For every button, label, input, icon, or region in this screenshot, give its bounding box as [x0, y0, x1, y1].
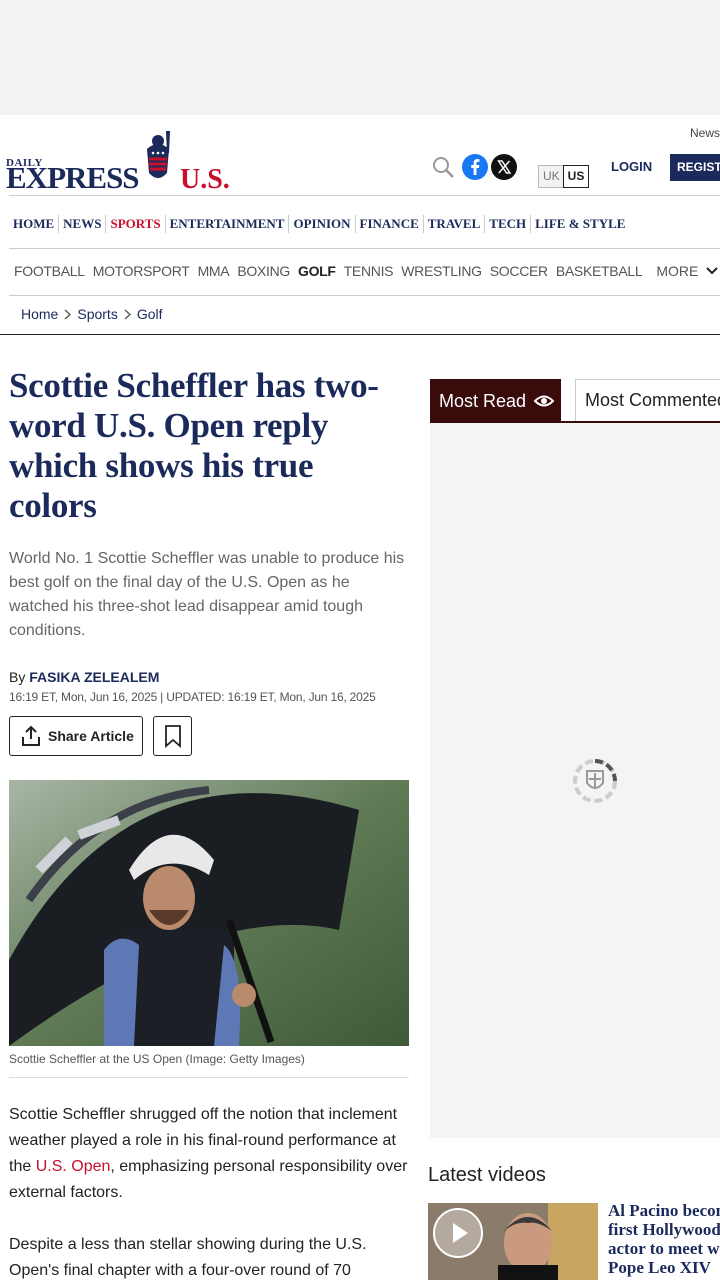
search-icon[interactable] — [431, 155, 455, 179]
subnav-item-golf[interactable]: GOLF — [298, 263, 336, 279]
article-standfirst: World No. 1 Scottie Scheffler was unable… — [9, 550, 405, 639]
subnav-item-tennis[interactable]: TENNIS — [344, 263, 394, 279]
x-twitter-icon[interactable] — [491, 154, 517, 180]
image-caption: Scottie Scheffler at the US Open (Image:… — [9, 1052, 305, 1066]
site-header: DAILY EXPRESS U.S. News UK US LOGIN REGI… — [0, 115, 720, 195]
video-title[interactable]: Al Pacino becomes first Hollywood actor … — [608, 1201, 720, 1277]
subnav-item-football[interactable]: FOOTBALL — [14, 263, 85, 279]
divider — [0, 334, 720, 335]
nav-item-finance[interactable]: FINANCE — [356, 215, 424, 233]
video-title-line: Al Pacino becomes — [608, 1201, 720, 1220]
divider — [9, 1077, 409, 1078]
nav-item-news[interactable]: NEWS — [59, 215, 107, 233]
chevron-right-icon — [64, 308, 72, 320]
article-hero-image — [9, 780, 409, 1046]
breadcrumb: Home Sports Golf — [21, 305, 163, 323]
play-icon — [453, 1223, 468, 1243]
article-paragraph: Despite a less than stellar showing duri… — [9, 1236, 367, 1279]
byline-prefix: By — [9, 669, 26, 685]
breadcrumb-sports[interactable]: Sports — [77, 306, 117, 322]
bookmark-icon — [164, 725, 181, 748]
video-title-line: Pope Leo XIV — [608, 1258, 711, 1277]
share-label: Share Article — [48, 728, 134, 744]
nav-item-travel[interactable]: TRAVEL — [424, 215, 486, 233]
bookmark-button[interactable] — [153, 716, 192, 756]
tab-most-commented[interactable]: Most Commented — [575, 379, 720, 421]
subnav-item-motorsport[interactable]: MOTORSPORT — [93, 263, 190, 279]
main-nav: HOME NEWS SPORTS ENTERTAINMENT OPINION F… — [9, 214, 629, 234]
article-dateline: 16:19 ET, Mon, Jun 16, 2025 | UPDATED: 1… — [9, 690, 376, 704]
golfer-umbrella-photo — [9, 780, 409, 1046]
top-ad-slot — [0, 0, 720, 115]
news-link[interactable]: News — [690, 126, 720, 140]
register-button[interactable]: REGISTER — [670, 154, 720, 181]
tab-most-read[interactable]: Most Read — [430, 379, 561, 423]
loading-spinner-icon — [573, 759, 617, 803]
byline: By FASIKA ZELEALEM — [9, 669, 159, 685]
more-label: MORE — [656, 263, 699, 279]
video-thumbnail[interactable] — [428, 1203, 598, 1280]
chevron-down-icon — [706, 267, 719, 275]
facebook-icon[interactable] — [462, 154, 488, 180]
logo-express: EXPRESS — [6, 160, 140, 195]
divider — [9, 248, 720, 249]
most-read-tabs: Most Read Most Commented — [430, 379, 720, 423]
share-icon — [22, 725, 40, 746]
article-paragraph: Scottie Scheffler shrugged off the notio… — [9, 1102, 409, 1206]
divider — [9, 295, 720, 296]
video-title-line: actor to meet with — [608, 1239, 720, 1258]
divider — [9, 195, 720, 196]
nav-item-sports[interactable]: SPORTS — [106, 215, 166, 233]
tab-label: Most Read — [439, 390, 527, 411]
author-link[interactable]: FASIKA ZELEALEM — [29, 669, 159, 685]
us-open-link[interactable]: U.S. Open — [36, 1158, 111, 1175]
share-article-button[interactable]: Share Article — [9, 716, 143, 756]
subnav-item-mma[interactable]: MMA — [198, 263, 230, 279]
subnav-more-button[interactable]: MORE — [656, 263, 719, 279]
most-read-panel — [430, 423, 720, 1138]
edition-uk[interactable]: UK — [539, 166, 564, 187]
eye-icon — [534, 395, 555, 407]
video-title-line: first Hollywood — [608, 1220, 720, 1239]
edition-us[interactable]: US — [562, 165, 590, 188]
nav-item-home[interactable]: HOME — [9, 215, 60, 233]
logo-us: U.S. — [180, 164, 230, 195]
chevron-right-icon — [124, 308, 131, 320]
nav-item-life-style[interactable]: LIFE & STYLE — [531, 215, 629, 233]
nav-item-entertainment[interactable]: ENTERTAINMENT — [166, 215, 290, 233]
subnav-item-basketball[interactable]: BASKETBALL — [556, 263, 643, 279]
edition-switcher: UK US — [538, 165, 590, 188]
subnav-item-boxing[interactable]: BOXING — [237, 263, 290, 279]
nav-item-tech[interactable]: TECH — [485, 215, 532, 233]
login-link[interactable]: LOGIN — [611, 159, 652, 174]
article-headline: Scottie Scheffler has two-word U.S. Open… — [9, 366, 379, 525]
nav-item-opinion[interactable]: OPINION — [289, 215, 356, 233]
site-logo[interactable]: DAILY EXPRESS U.S. — [6, 129, 236, 194]
knight-flag-icon — [147, 131, 170, 178]
breadcrumb-home[interactable]: Home — [21, 306, 58, 322]
breadcrumb-golf[interactable]: Golf — [137, 306, 163, 322]
sports-subnav: FOOTBALL MOTORSPORT MMA BOXING GOLF TENN… — [14, 262, 719, 280]
article-body: Scottie Scheffler shrugged off the notio… — [9, 1102, 409, 1280]
subnav-item-soccer[interactable]: SOCCER — [490, 263, 548, 279]
subnav-item-wrestling[interactable]: WRESTLING — [401, 263, 482, 279]
latest-videos-title: Latest videos — [428, 1164, 546, 1186]
